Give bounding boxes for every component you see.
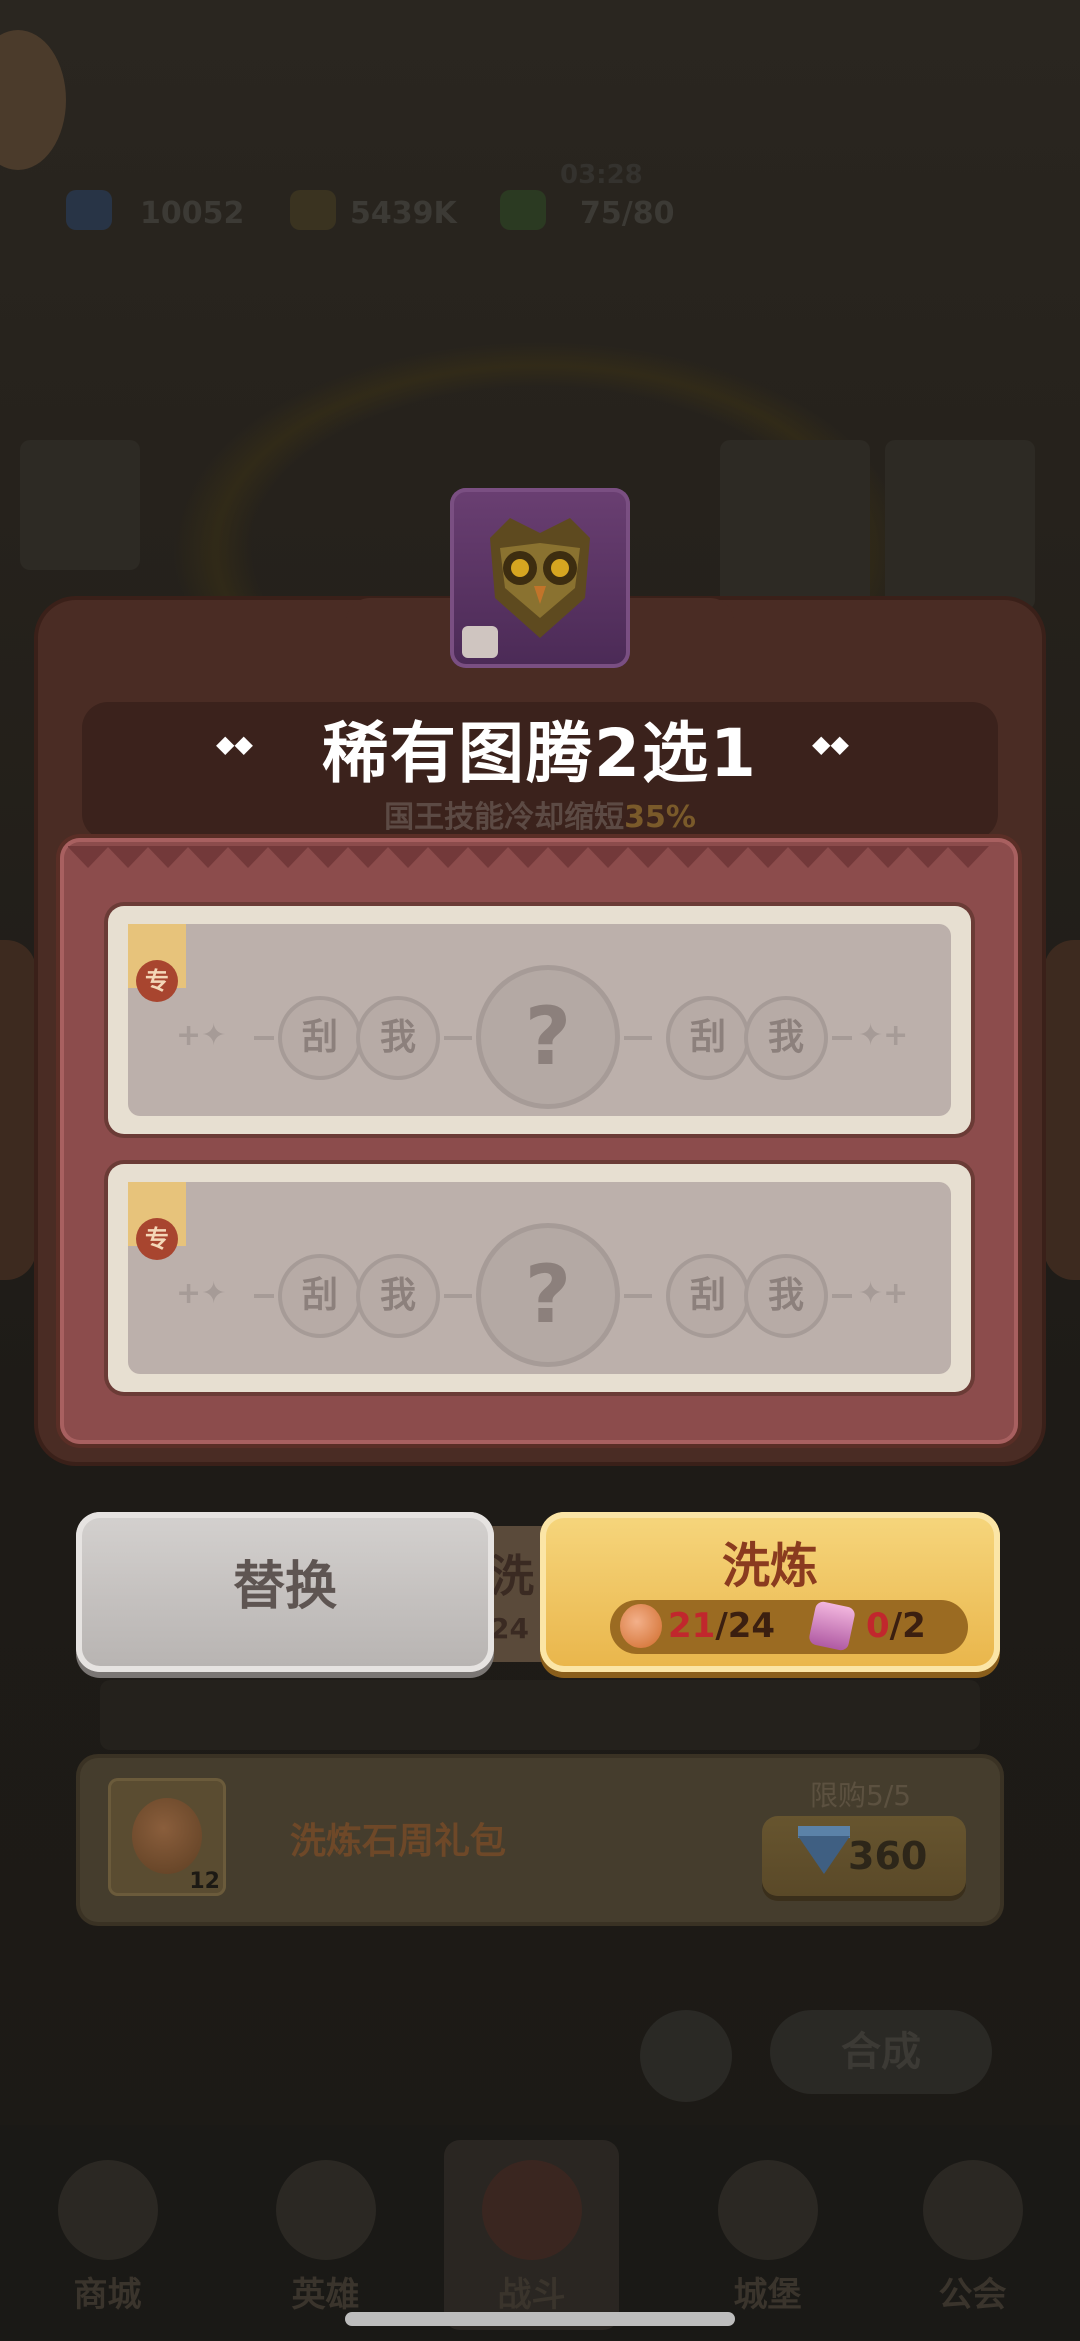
dialog-title: 稀有图腾2选1 <box>322 715 758 792</box>
scratch-coin: 我 <box>748 1000 824 1076</box>
scratch-surface[interactable]: +✦ 刮 我 ? 刮 我 ✦+ <box>128 1182 951 1374</box>
dialog-side-right <box>1044 940 1080 1280</box>
refine-stone-pack-icon: 12 <box>108 1778 226 1896</box>
scratch-coin: 刮 <box>670 1000 746 1076</box>
hero-icon <box>275 2160 376 2260</box>
energy-icon <box>500 190 546 230</box>
bg-row <box>100 1680 980 1750</box>
bg-slot <box>720 440 870 610</box>
bg-slot <box>885 440 1035 610</box>
frame-scallop <box>68 846 1010 876</box>
scratch-coin: 刮 <box>670 1258 746 1334</box>
purchase-limit: 限购5/5 <box>810 1779 912 1812</box>
tab-label: 英雄 <box>291 2275 360 2315</box>
subtitle-text: 国王技能冷却缩短 <box>384 800 625 835</box>
scratch-row: +✦ 刮 我 ? 刮 我 ✦+ <box>168 1228 951 1364</box>
refine-stone-icon <box>132 1798 202 1874</box>
scratch-card-option-1[interactable]: +✦ 刮 我 ? 刮 我 ✦+ 专 <box>108 906 971 1134</box>
exclusive-badge: 专 <box>136 1218 178 1260</box>
mystery-icon: ? <box>481 970 615 1104</box>
shop-icon <box>57 2160 158 2260</box>
tab-label: 商城 <box>73 2275 142 2315</box>
scratch-coin: 我 <box>360 1258 436 1334</box>
subtitle-percent: 35% <box>624 800 696 835</box>
gem-count: 10052 <box>140 196 245 231</box>
scratch-coin: 刮 <box>282 1258 358 1334</box>
divider <box>624 1036 652 1040</box>
mystery-icon: ? <box>481 1228 615 1362</box>
tab-guild[interactable]: 公会 <box>885 2140 1060 2330</box>
crystal-cost: 0/2 <box>866 1606 926 1646</box>
divider <box>832 1294 852 1298</box>
owl-mask-icon <box>450 488 630 668</box>
timer-text: 03:28 <box>560 160 643 190</box>
sparkle-icon: +✦ <box>176 1276 227 1311</box>
bg-slot <box>20 440 140 570</box>
gold-icon <box>290 190 336 230</box>
scratch-coin: 我 <box>360 1000 436 1076</box>
scratch-card-option-2[interactable]: +✦ 刮 我 ? 刮 我 ✦+ 专 <box>108 1164 971 1392</box>
guild-icon <box>922 2160 1023 2260</box>
gold-count: 5439K <box>350 196 457 231</box>
tab-label: 城堡 <box>733 2275 802 2315</box>
divider <box>254 1036 274 1040</box>
sparkle-icon: ✦+ <box>858 1018 909 1053</box>
tab-label: 战斗 <box>497 2275 566 2315</box>
crystal-icon <box>807 1600 857 1652</box>
bg-refine-label: 洗 <box>490 1551 534 1602</box>
battle-icon <box>481 2160 582 2260</box>
diamond-icon-base <box>798 1836 850 1874</box>
dialog-subtitle: 国王技能冷却缩短35% <box>0 792 1080 836</box>
refine-button[interactable]: 洗炼 21/24 0/2 <box>540 1512 1000 1672</box>
refine-stone-cost: 21/24 <box>668 1606 775 1646</box>
exclusive-badge: 专 <box>136 960 178 1002</box>
stone-have: 21 <box>668 1606 716 1646</box>
divider <box>624 1294 652 1298</box>
scratch-surface[interactable]: +✦ 刮 我 ? 刮 我 ✦+ <box>128 924 951 1116</box>
scratch-coin: 我 <box>748 1258 824 1334</box>
energy-count: 75/80 <box>580 196 675 231</box>
buy-pack-button[interactable]: 360 <box>762 1816 966 1896</box>
tab-battle[interactable]: 战斗 <box>444 2140 619 2330</box>
divider <box>444 1036 472 1040</box>
divider <box>254 1294 274 1298</box>
castle-icon <box>717 2160 818 2260</box>
bg-action-button <box>640 2010 732 2102</box>
tab-shop[interactable]: 商城 <box>20 2140 195 2330</box>
dialog-side-left <box>0 940 36 1280</box>
refine-stone-icon <box>620 1604 662 1648</box>
replace-button[interactable]: 替换 <box>76 1512 494 1672</box>
pack-price: 360 <box>848 1834 928 1878</box>
scratch-coin: 刮 <box>282 1000 358 1076</box>
bg-refine-count: 24 <box>490 1612 529 1645</box>
tab-heroes[interactable]: 英雄 <box>238 2140 413 2330</box>
gift-pack-row: 12 洗炼石周礼包 限购5/5 360 <box>80 1758 1000 1922</box>
refine-label: 洗炼 <box>721 1538 818 1594</box>
divider <box>832 1036 852 1040</box>
sparkle-icon: ✦+ <box>858 1276 909 1311</box>
sparkle-icon: +✦ <box>176 1018 227 1053</box>
crystal-need: /2 <box>889 1606 926 1646</box>
pack-item-count: 12 <box>189 1869 220 1894</box>
pack-name: 洗炼石周礼包 <box>290 1821 507 1862</box>
home-indicator[interactable] <box>345 2312 735 2326</box>
tab-castle[interactable]: 城堡 <box>680 2140 855 2330</box>
divider <box>444 1294 472 1298</box>
synthesize-button: 合成 <box>770 2010 992 2094</box>
gem-icon <box>66 190 112 230</box>
crystal-have: 0 <box>866 1606 890 1646</box>
tab-label: 公会 <box>938 2275 1007 2315</box>
scratch-row: +✦ 刮 我 ? 刮 我 ✦+ <box>168 970 951 1106</box>
stone-need: /24 <box>715 1606 776 1646</box>
refine-cost-bar: 21/24 0/2 <box>610 1600 968 1654</box>
